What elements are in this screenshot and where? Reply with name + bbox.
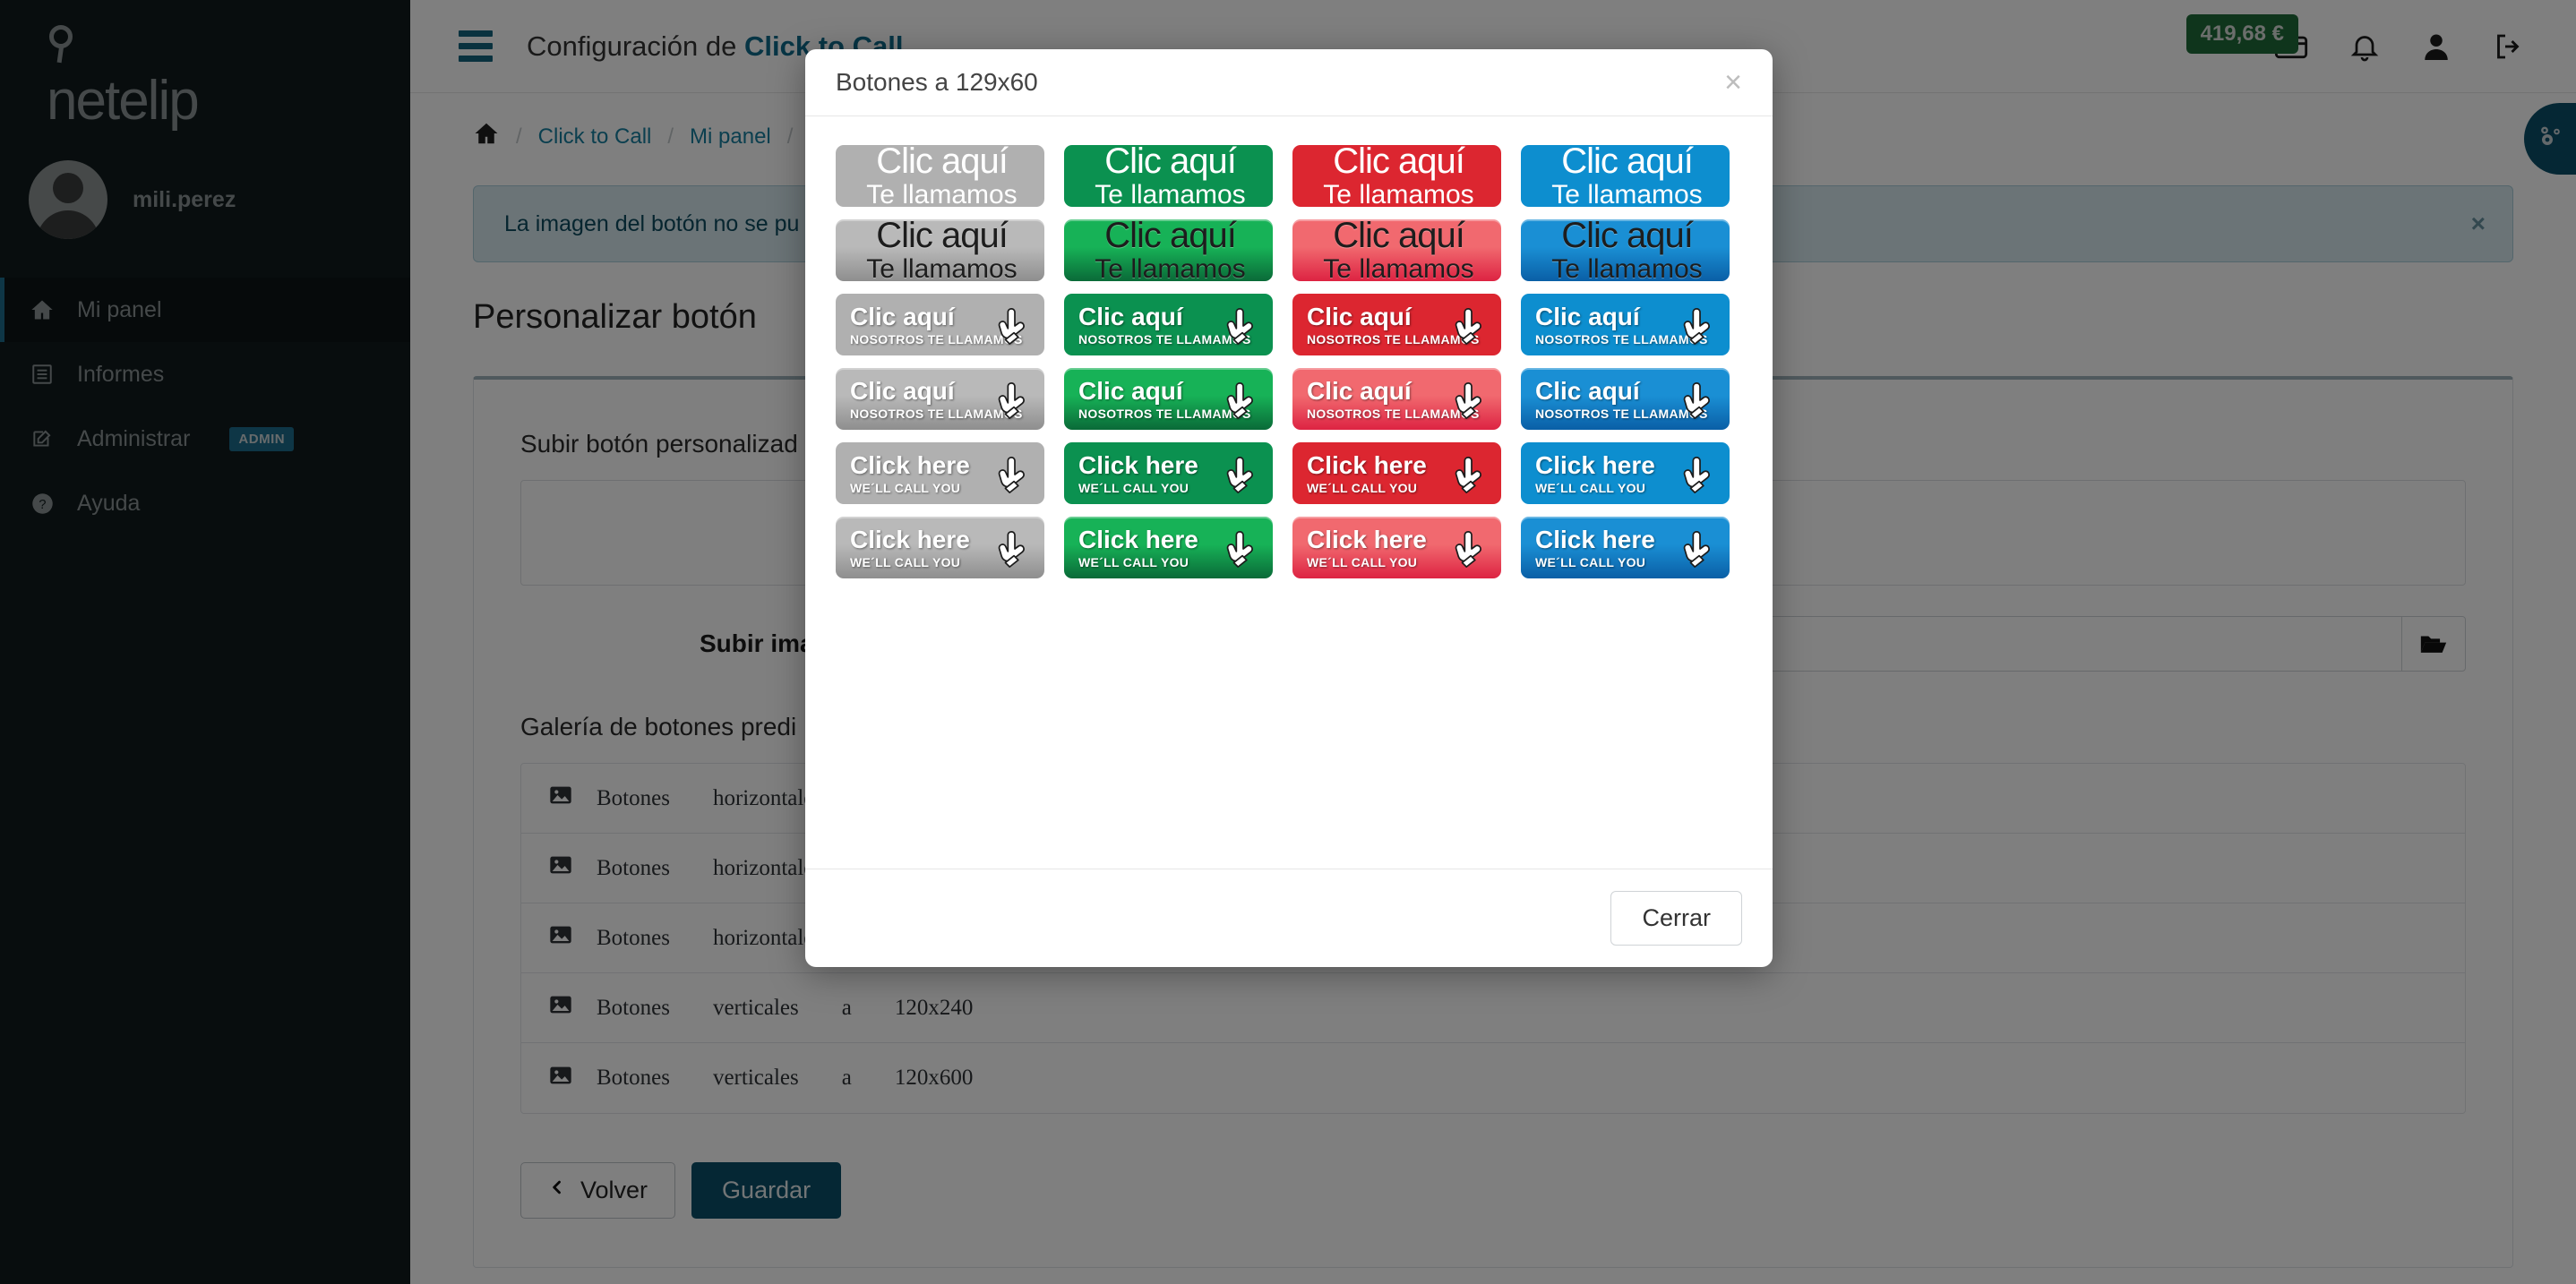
button-option-8[interactable]: Clic aquí Te llamamos [1521,219,1730,281]
pointing-hand-icon [994,526,1035,571]
pointing-hand-icon [1451,304,1492,348]
button-option-line1: Clic aquí [1561,219,1694,255]
button-option-line1: Clic aquí [1333,219,1465,255]
button-option-2[interactable]: Clic aquí Te llamamos [1064,145,1273,207]
button-option-line1: Clic aquí [876,219,1009,255]
pointing-hand-icon [1451,452,1492,497]
pointing-hand-icon [994,304,1035,348]
button-option-24[interactable]: Click here WE´LL CALL YOU [1521,517,1730,578]
button-option-9[interactable]: Clic aquí NOSOTROS TE LLAMAMOS [836,294,1044,355]
button-option-text: Clic aquí Te llamamos [1524,219,1730,281]
button-option-5[interactable]: Clic aquí Te llamamos [836,219,1044,281]
button-option-11[interactable]: Clic aquí NOSOTROS TE LLAMAMOS [1292,294,1501,355]
button-option-21[interactable]: Click here WE´LL CALL YOU [836,517,1044,578]
button-option-line2: Te llamamos [1095,180,1246,208]
button-option-line1: Clic aquí [1104,219,1237,255]
button-option-line2: Te llamamos [866,254,1018,282]
button-option-17[interactable]: Click here WE´LL CALL YOU [836,442,1044,504]
button-option-4[interactable]: Clic aquí Te llamamos [1521,145,1730,207]
pointing-hand-icon [1679,452,1721,497]
button-gallery-grid: Clic aquí Te llamamos Clic aquí Te llamamos… [836,145,1742,578]
button-option-line1: Clic aquí [1104,145,1237,181]
button-option-7[interactable]: Clic aquí Te llamamos [1292,219,1501,281]
pointing-hand-icon [1451,378,1492,423]
button-option-14[interactable]: Clic aquí NOSOTROS TE LLAMAMOS [1064,368,1273,430]
button-option-text: Clic aquí Te llamamos [1068,145,1273,207]
pointing-hand-icon [994,452,1035,497]
button-option-text: Clic aquí Te llamamos [839,219,1044,281]
button-option-3[interactable]: Clic aquí Te llamamos [1292,145,1501,207]
button-option-line1: Clic aquí [876,145,1009,181]
pointing-hand-icon [1223,526,1264,571]
close-button[interactable]: Cerrar [1610,891,1742,946]
pointing-hand-icon [1679,526,1721,571]
button-option-line2: Te llamamos [1323,180,1474,208]
button-option-15[interactable]: Clic aquí NOSOTROS TE LLAMAMOS [1292,368,1501,430]
button-option-23[interactable]: Click here WE´LL CALL YOU [1292,517,1501,578]
button-option-text: Clic aquí Te llamamos [1524,145,1730,207]
button-option-12[interactable]: Clic aquí NOSOTROS TE LLAMAMOS [1521,294,1730,355]
modal-title: Botones a 129x60 [836,68,1038,96]
button-option-line2: Te llamamos [1095,254,1246,282]
pointing-hand-icon [1679,304,1721,348]
button-option-text: Clic aquí Te llamamos [839,145,1044,207]
pointing-hand-icon [1223,452,1264,497]
pointing-hand-icon [994,378,1035,423]
button-option-line2: Te llamamos [1323,254,1474,282]
button-option-line1: Clic aquí [1333,145,1465,181]
button-option-line2: Te llamamos [866,180,1018,208]
pointing-hand-icon [1223,378,1264,423]
modal-body: Clic aquí Te llamamos Clic aquí Te llamamos… [805,116,1773,869]
buttons-modal: Botones a 129x60 × Clic aquí Te llamamos C… [805,49,1773,967]
button-option-text: Clic aquí Te llamamos [1068,219,1273,281]
button-option-1[interactable]: Clic aquí Te llamamos [836,145,1044,207]
button-option-22[interactable]: Click here WE´LL CALL YOU [1064,517,1273,578]
button-option-line2: Te llamamos [1551,254,1703,282]
pointing-hand-icon [1451,526,1492,571]
pointing-hand-icon [1679,378,1721,423]
button-option-10[interactable]: Clic aquí NOSOTROS TE LLAMAMOS [1064,294,1273,355]
button-option-18[interactable]: Click here WE´LL CALL YOU [1064,442,1273,504]
pointing-hand-icon [1223,304,1264,348]
modal-header: Botones a 129x60 × [805,49,1773,116]
button-option-text: Clic aquí Te llamamos [1296,145,1501,207]
button-option-line1: Clic aquí [1561,145,1694,181]
button-option-13[interactable]: Clic aquí NOSOTROS TE LLAMAMOS [836,368,1044,430]
button-option-19[interactable]: Click here WE´LL CALL YOU [1292,442,1501,504]
modal-footer: Cerrar [805,869,1773,967]
button-option-line2: Te llamamos [1551,180,1703,208]
button-option-16[interactable]: Clic aquí NOSOTROS TE LLAMAMOS [1521,368,1730,430]
button-option-20[interactable]: Click here WE´LL CALL YOU [1521,442,1730,504]
button-option-6[interactable]: Clic aquí Te llamamos [1064,219,1273,281]
close-icon[interactable]: × [1724,67,1742,98]
button-option-text: Clic aquí Te llamamos [1296,219,1501,281]
